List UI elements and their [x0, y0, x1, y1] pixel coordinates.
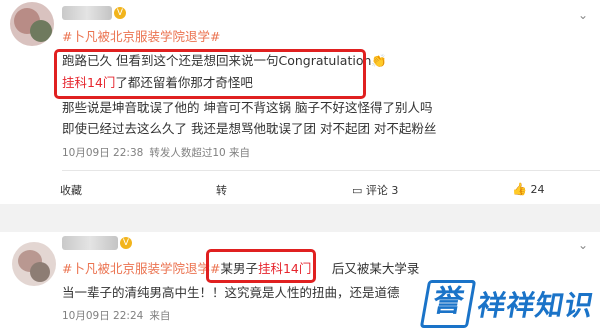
watermark-badge: 誉 [419, 280, 477, 328]
comment-button[interactable]: ▭ 评论 3 [352, 182, 398, 198]
username-blurred[interactable] [62, 6, 112, 20]
vip-badge-icon: V [114, 7, 126, 19]
post-meta: 10月09日 22:38 转发人数超过10 来自 [62, 145, 250, 160]
post-text: 那些说是坤音耽误了他的 坤音可不背这锅 脑子不好这怪得了别人吗 [62, 100, 433, 115]
divider [62, 170, 600, 171]
comment-icon: ▭ [352, 184, 363, 197]
post-text: 当一辈子的清纯男高中生！！这究竟是人性的扭曲，还是道德 [62, 285, 400, 300]
comment-count: 评论 3 [365, 184, 399, 197]
feed-separator [0, 204, 600, 232]
watermark-logo: 誉 祥祥知识 [419, 280, 597, 328]
highlight-box [54, 49, 366, 99]
like-button[interactable]: 👍 24 [512, 182, 544, 196]
vip-badge-icon: V [120, 237, 132, 249]
post-meta-text: 来自 [149, 310, 171, 322]
post-text-line: 即使已经过去这么久了 我还是想骂他耽误了团 对不起团 对不起粉丝 [62, 120, 436, 138]
avatar[interactable] [10, 2, 54, 46]
post-meta-text: 转发人数超过10 来自 [149, 147, 251, 159]
timestamp[interactable]: 10月09日 22:24 [62, 310, 143, 322]
username-blurred[interactable] [62, 236, 118, 250]
chevron-down-icon[interactable]: ⌄ [578, 8, 588, 22]
timestamp[interactable]: 10月09日 22:38 [62, 147, 143, 159]
post-text: 即使已经过去这么久了 我还是想骂他耽误了团 对不起团 对不起粉丝 [62, 121, 437, 136]
chevron-down-icon[interactable]: ⌄ [578, 238, 588, 252]
weibo-post-1: V ⌄ #卜凡被北京服装学院退学# 跑路已久 但看到这个还是想回来说一句Cong… [0, 0, 600, 204]
collect-button[interactable]: 收藏 [60, 182, 82, 198]
post-meta: 10月09日 22:24 来自 [62, 308, 170, 323]
clap-emoji-icon: 👏 [371, 53, 387, 68]
avatar[interactable] [12, 242, 56, 286]
action-bar: 收藏 转 ▭ 评论 3 👍 24 [0, 178, 600, 202]
post-text: 后又被某大学录 [331, 261, 420, 276]
repost-button[interactable]: 转 [216, 182, 227, 198]
repost-icon: 转 [216, 184, 227, 197]
hashtag-link[interactable]: #卜凡被北京服装学院退学# [62, 261, 220, 276]
post-text-line: 那些说是坤音耽误了他的 坤音可不背这锅 脑子不好这怪得了别人吗 [62, 99, 432, 117]
post-text-line: 当一辈子的清纯男高中生！！这究竟是人性的扭曲，还是道德 [62, 284, 400, 302]
watermark-text: 祥祥知识 [474, 289, 597, 322]
hashtag-link[interactable]: #卜凡被北京服装学院退学# [62, 29, 220, 44]
highlight-box [206, 249, 316, 283]
thumb-up-icon: 👍 [512, 182, 527, 196]
like-count: 24 [530, 183, 545, 196]
post-text-hashtag-line: #卜凡被北京服装学院退学# [62, 28, 220, 46]
